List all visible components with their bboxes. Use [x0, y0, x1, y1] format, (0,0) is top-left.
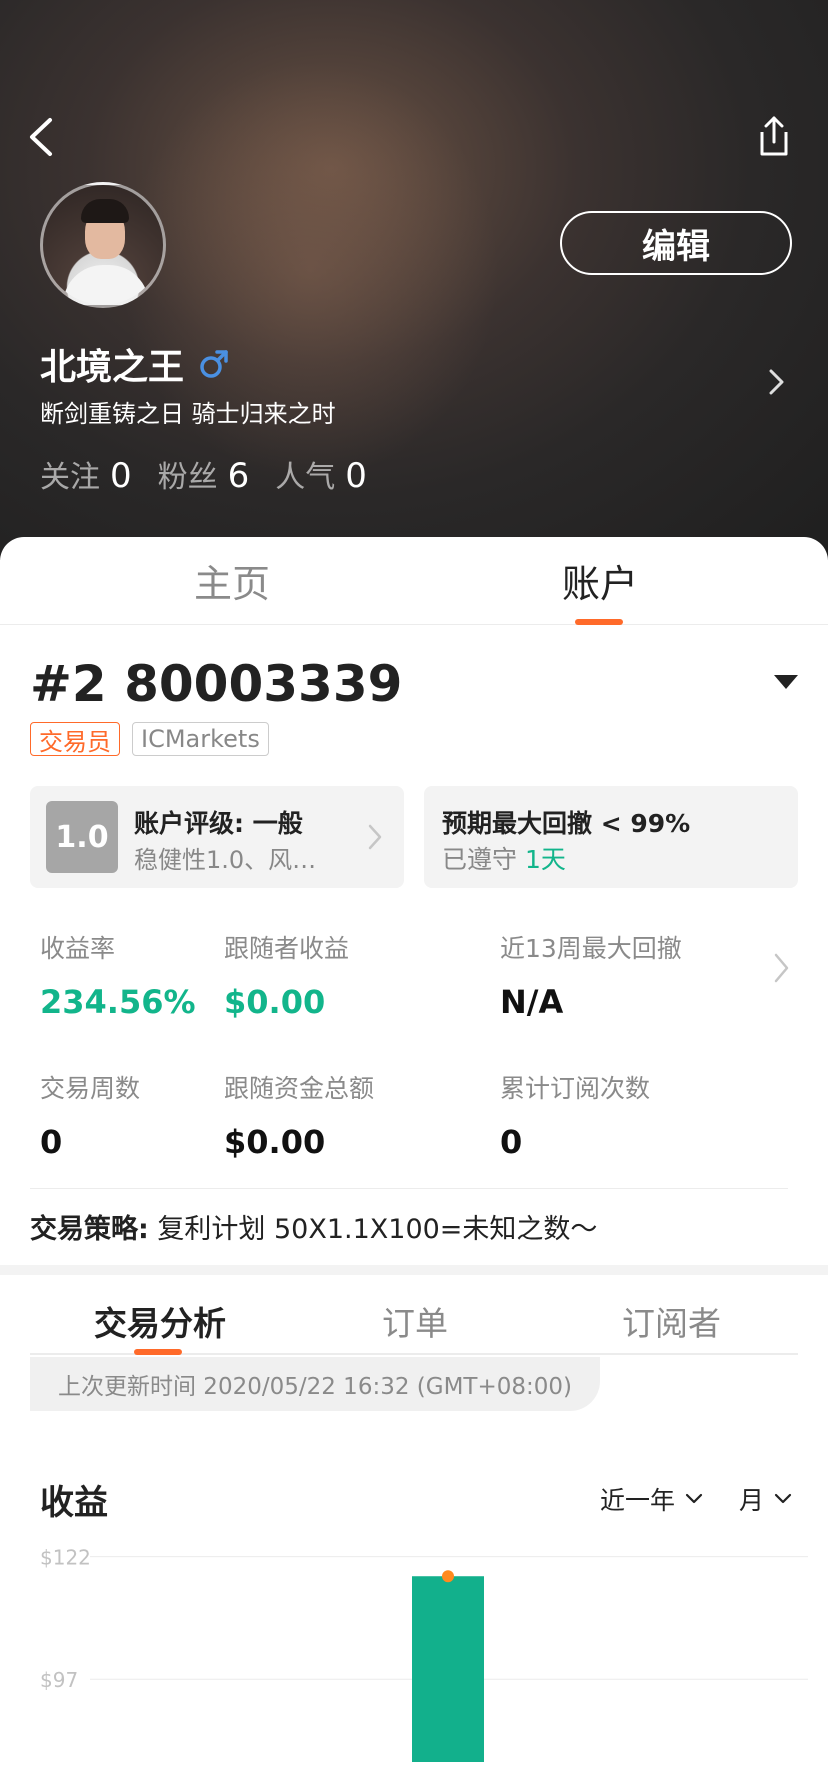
- back-arrow-icon[interactable]: [24, 114, 58, 160]
- follow-stats: 关注 0 粉丝 6 人气 0: [40, 452, 393, 496]
- divider: [30, 1188, 788, 1189]
- trader-tag: 交易员: [30, 722, 120, 756]
- metric-label: 累计订阅次数: [500, 1074, 651, 1103]
- tab-subscribers[interactable]: 订阅者: [622, 1297, 721, 1345]
- account-number: #2 80003339: [30, 655, 403, 713]
- metric-label: 近13周最大回撤: [500, 934, 682, 963]
- strategy-label: 交易策略:: [30, 1214, 149, 1245]
- metric-subscription-count: 累计订阅次数 0: [500, 1069, 650, 1161]
- active-tab-indicator: [575, 619, 623, 625]
- metric-value: 0: [40, 1123, 63, 1161]
- metric-value: $0.00: [224, 1123, 326, 1161]
- strategy-text: 复利计划 50X1.1X100=未知之数～: [157, 1214, 598, 1245]
- metric-follower-profit: 跟随者收益 $0.00: [224, 929, 349, 1021]
- profile-header: 编辑 北境之王 断剑重铸之日 骑士归来之时 关注 0 粉丝 6 人气 0: [0, 0, 828, 560]
- metric-label: 跟随资金总额: [224, 1074, 375, 1103]
- y-tick-label: $97: [40, 1668, 78, 1692]
- username-row: 北境之王: [40, 338, 230, 390]
- stat-label: 关注: [40, 460, 100, 495]
- rating-subtitle: 稳健性1.0、风…: [134, 846, 317, 874]
- stat-label: 粉丝: [157, 460, 218, 495]
- metric-value: $0.00: [224, 983, 326, 1021]
- account-card: 主页 账户 #2 80003339 交易员 ICMarkets 1.0 账户评级…: [0, 537, 828, 1792]
- metric-value: 234.56%: [40, 983, 196, 1021]
- max-drawdown-card[interactable]: 预期最大回撤 < 99% 已遵守 1天: [424, 786, 798, 888]
- unit-select[interactable]: 月: [739, 1481, 792, 1517]
- y-tick-label: $122: [40, 1546, 91, 1570]
- drawdown-title: 预期最大回撤 < 99%: [442, 809, 691, 838]
- chart-bar[interactable]: [412, 1576, 484, 1762]
- dropdown-triangle-icon[interactable]: [772, 673, 800, 691]
- share-icon[interactable]: [756, 114, 792, 160]
- metric-13week-drawdown: 近13周最大回撤 N/A: [500, 929, 682, 1021]
- account-rating-card[interactable]: 1.0 账户评级: 一般 稳健性1.0、风…: [30, 786, 404, 888]
- tab-home[interactable]: 主页: [194, 553, 270, 608]
- profit-title: 收益: [40, 1483, 108, 1523]
- chevron-down-icon: [774, 1493, 792, 1504]
- following-stat[interactable]: 关注 0: [40, 452, 132, 496]
- metric-follow-funds: 跟随资金总额 $0.00: [224, 1069, 374, 1161]
- trading-strategy: 交易策略: 复利计划 50X1.1X100=未知之数～: [30, 1207, 597, 1246]
- stat-value: 6: [227, 456, 250, 496]
- stat-label: 人气: [275, 460, 336, 495]
- drawdown-kept-days: 1天: [524, 845, 566, 874]
- range-select[interactable]: 近一年: [600, 1481, 703, 1517]
- chevron-right-icon[interactable]: [766, 366, 788, 398]
- chevron-down-icon: [685, 1493, 703, 1504]
- rating-badge: 1.0: [46, 801, 118, 873]
- metric-label: 跟随者收益: [224, 934, 350, 963]
- tab-account[interactable]: 账户: [562, 553, 638, 608]
- user-bio: 断剑重铸之日 骑士归来之时: [40, 400, 336, 428]
- edit-profile-button[interactable]: 编辑: [560, 211, 792, 275]
- drawdown-kept-prefix: 已遵守: [442, 845, 518, 874]
- metric-return: 收益率 234.56%: [40, 929, 196, 1021]
- metric-label: 交易周数: [40, 1074, 141, 1103]
- rating-title: 账户评级: 一般: [134, 809, 303, 838]
- metric-trading-weeks: 交易周数 0: [40, 1069, 140, 1161]
- drawdown-kept: 已遵守 1天: [442, 840, 566, 876]
- male-gender-icon: [200, 350, 228, 378]
- last-updated-bar: 上次更新时间 2020/05/22 16:32 (GMT+08:00): [30, 1357, 600, 1411]
- stat-value: 0: [345, 456, 367, 496]
- metric-value: 0: [500, 1123, 523, 1161]
- chart-point: [442, 1570, 454, 1583]
- popularity-stat[interactable]: 人气 0: [275, 452, 367, 496]
- metric-value: N/A: [500, 983, 564, 1021]
- section-divider: [0, 1265, 828, 1275]
- chevron-right-icon: [368, 824, 382, 850]
- main-tabs: 主页 账户: [0, 537, 828, 625]
- followers-stat[interactable]: 粉丝 6: [158, 452, 250, 496]
- metric-label: 收益率: [40, 934, 116, 963]
- analysis-tabs: 交易分析 订单 订阅者: [30, 1275, 798, 1355]
- profit-chart: $122 $97: [40, 1546, 808, 1762]
- broker-tag: ICMarkets: [132, 722, 269, 756]
- stat-value: 0: [110, 456, 132, 496]
- username: 北境之王: [40, 347, 185, 388]
- active-tab-indicator: [134, 1349, 182, 1355]
- chevron-right-icon[interactable]: [772, 951, 792, 985]
- unit-select-value: 月: [739, 1486, 765, 1515]
- tab-trade-analysis[interactable]: 交易分析: [94, 1297, 226, 1345]
- tab-orders[interactable]: 订单: [382, 1297, 448, 1345]
- avatar[interactable]: [40, 182, 166, 308]
- range-select-value: 近一年: [600, 1486, 676, 1515]
